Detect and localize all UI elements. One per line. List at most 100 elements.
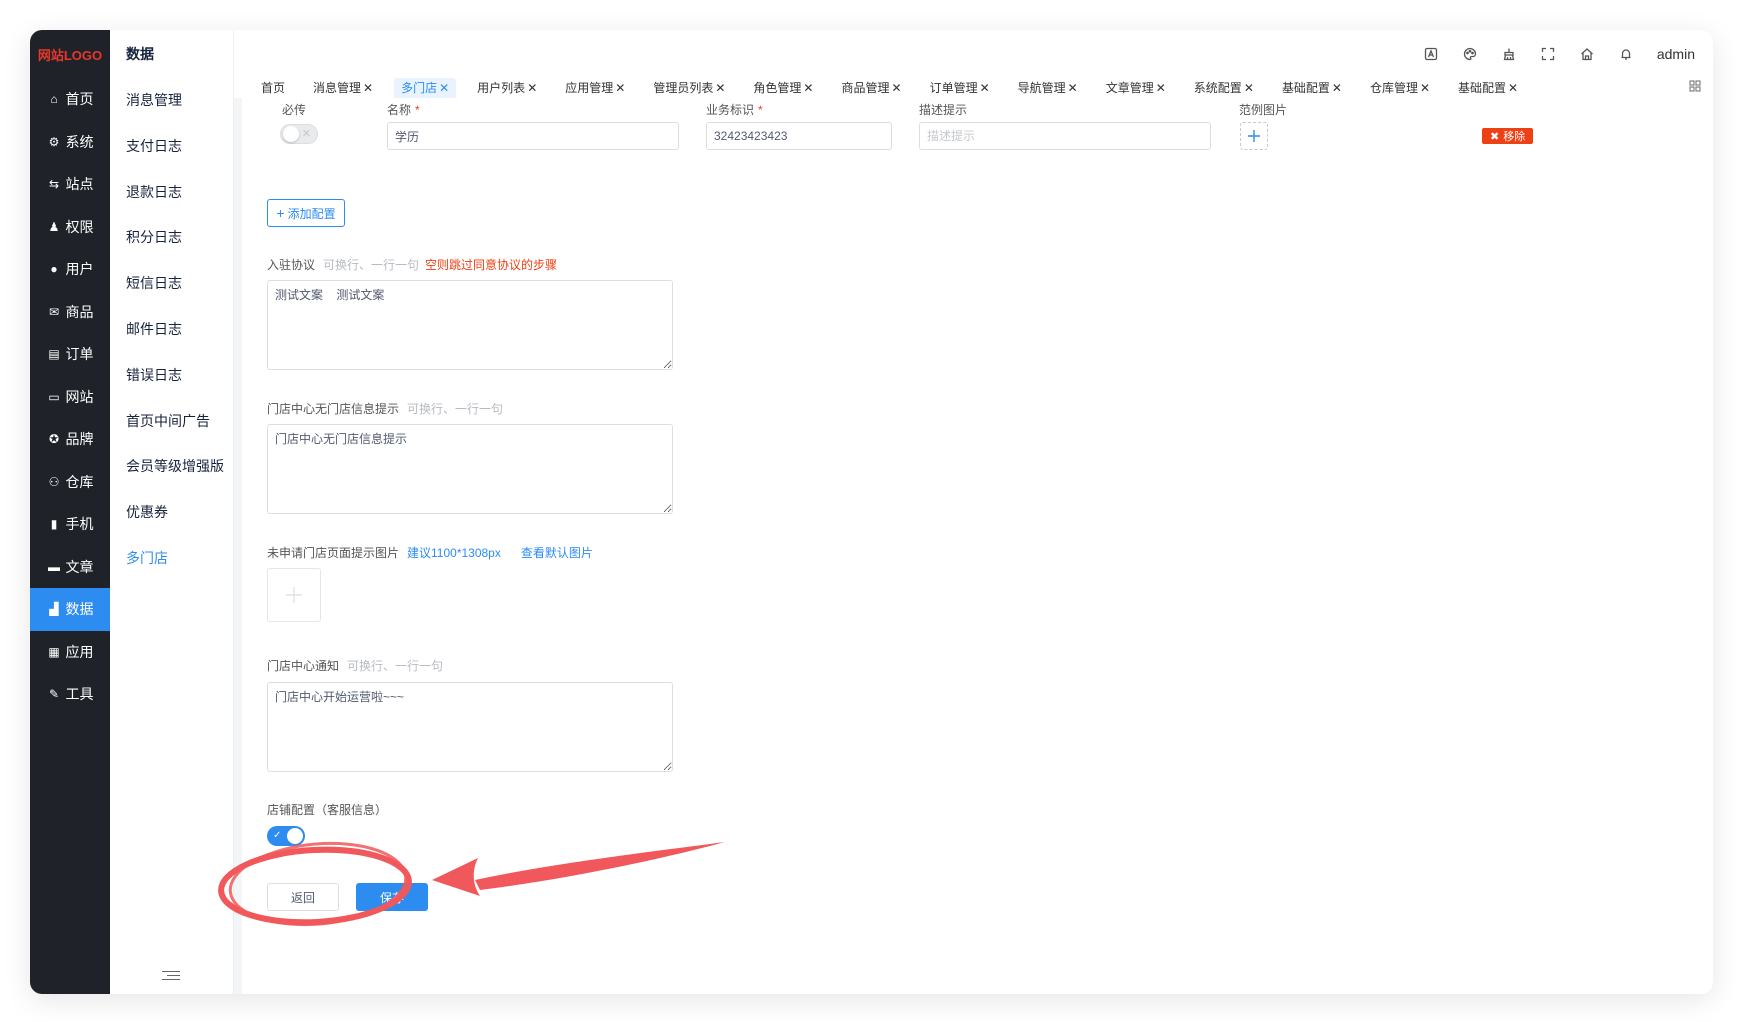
user-lock-icon: ♟	[48, 219, 60, 234]
suggest-size-link[interactable]: 建议1100*1308px	[407, 546, 501, 560]
tab-item[interactable]: 管理员列表 ✕	[646, 78, 732, 98]
tab-item[interactable]: 角色管理 ✕	[746, 78, 820, 98]
tab-label: 消息管理	[313, 81, 362, 95]
tab-item[interactable]: 多门店 ✕	[394, 78, 457, 98]
main-nav-item[interactable]: ▤ 订单	[30, 333, 110, 376]
tab-close-icon[interactable]: ✕	[615, 81, 625, 95]
agreement-textarea[interactable]: 测试文案 测试文案	[267, 280, 673, 370]
sub-nav-item[interactable]: 积分日志	[110, 215, 233, 261]
fullscreen-icon[interactable]	[1540, 46, 1556, 62]
user-icon: ●	[50, 262, 58, 277]
main-nav-item[interactable]: ♟ 权限	[30, 206, 110, 249]
name-input[interactable]	[387, 122, 679, 150]
mail-icon: ✉	[48, 304, 60, 319]
sub-nav-item[interactable]: 优惠券	[110, 490, 233, 536]
main-nav-label: 订单	[65, 346, 94, 363]
translate-icon[interactable]	[1423, 46, 1439, 62]
example-image-upload[interactable]	[1240, 122, 1268, 150]
sub-nav-item[interactable]: 邮件日志	[110, 307, 233, 353]
main-nav-label: 权限	[65, 218, 94, 235]
tab-close-icon[interactable]: ✕	[1244, 81, 1254, 95]
tab-label: 用户列表	[477, 81, 526, 95]
plus-icon	[286, 587, 302, 603]
main-nav-item[interactable]: ⌂ 首页	[30, 78, 110, 121]
sub-nav-item[interactable]: 会员等级增强版	[110, 444, 233, 490]
tab-label: 仓库管理	[1369, 81, 1418, 95]
tab-close-icon[interactable]: ✕	[363, 81, 373, 95]
remove-config-button[interactable]: ✖ 移除	[1482, 128, 1534, 144]
view-default-image-link[interactable]: 查看默认图片	[521, 546, 593, 560]
tab-item[interactable]: 系统配置 ✕	[1187, 78, 1261, 98]
tab-close-icon[interactable]: ✕	[803, 81, 813, 95]
sub-nav-item[interactable]: 消息管理	[110, 78, 233, 124]
unapplied-image-upload[interactable]	[267, 568, 321, 622]
add-config-button[interactable]: + 添加配置	[267, 199, 345, 227]
main-nav-item[interactable]: ✎ 工具	[30, 673, 110, 716]
tab-close-icon[interactable]: ✕	[1508, 81, 1518, 95]
tab-label: 多门店	[401, 81, 438, 95]
sub-nav-item[interactable]: 多门店	[110, 536, 233, 582]
main-nav-item[interactable]: ⚙ 系统	[30, 121, 110, 164]
desc-input[interactable]	[919, 122, 1211, 150]
main-nav-label: 用户	[65, 261, 94, 278]
sub-nav-item[interactable]: 错误日志	[110, 353, 233, 399]
tab-item[interactable]: 导航管理 ✕	[1011, 78, 1085, 98]
tab-label: 订单管理	[929, 81, 978, 95]
sub-nav-item[interactable]: 首页中间广告	[110, 399, 233, 445]
home-icon[interactable]	[1579, 46, 1595, 62]
tab-item[interactable]: 仓库管理 ✕	[1363, 78, 1437, 98]
tab-item[interactable]: 订单管理 ✕	[923, 78, 997, 98]
tab-item[interactable]: 文章管理 ✕	[1099, 78, 1173, 98]
tabs-menu-icon[interactable]	[1689, 80, 1701, 92]
main-nav-item[interactable]: ✪ 品牌	[30, 418, 110, 461]
main-nav-item[interactable]: ✉ 商品	[30, 291, 110, 334]
main-nav-label: 数据	[65, 601, 94, 618]
main-nav-label: 手机	[65, 516, 94, 533]
main-nav-item[interactable]: ▭ 网站	[30, 376, 110, 419]
tab-item[interactable]: 用户列表 ✕	[470, 78, 544, 98]
tab-item[interactable]: 应用管理 ✕	[558, 78, 632, 98]
tab-close-icon[interactable]: ✕	[439, 81, 449, 95]
tab-item[interactable]: 商品管理 ✕	[834, 78, 908, 98]
key-input[interactable]	[706, 122, 892, 150]
tab-item[interactable]: 基础配置 ✕	[1275, 78, 1349, 98]
main-nav-item[interactable]: ⇆ 站点	[30, 163, 110, 206]
tab-item[interactable]: 首页	[254, 78, 292, 98]
grid-icon: ▦	[48, 644, 60, 659]
tab-close-icon[interactable]: ✕	[1420, 81, 1430, 95]
save-button[interactable]: 保存	[356, 883, 428, 911]
main-nav-item[interactable]: ▮ 手机	[30, 503, 110, 546]
shop-config-switch[interactable]: ✓	[267, 826, 305, 846]
palette-icon[interactable]	[1462, 46, 1478, 62]
main-nav-item[interactable]: ▟ 数据	[30, 588, 110, 631]
shop-config-label: 店铺配置（客服信息）	[267, 803, 388, 817]
tab-close-icon[interactable]: ✕	[527, 81, 537, 95]
phone-icon: ▮	[50, 517, 58, 532]
tab-close-icon[interactable]: ✕	[892, 81, 902, 95]
store-notice-textarea[interactable]: 门店中心开始运营啦~~~	[267, 682, 673, 772]
tab-close-icon[interactable]: ✕	[715, 81, 725, 95]
bell-icon[interactable]	[1618, 46, 1634, 62]
main-nav-item[interactable]: ▦ 应用	[30, 631, 110, 674]
sub-nav-item[interactable]: 退款日志	[110, 170, 233, 216]
required-switch[interactable]: ✕	[280, 124, 318, 144]
tab-close-icon[interactable]: ✕	[1156, 81, 1166, 95]
main-nav-item[interactable]: ▬ 文章	[30, 546, 110, 589]
collapse-menu-icon[interactable]	[162, 968, 180, 982]
back-button[interactable]: 返回	[267, 883, 339, 911]
store-notice-label: 门店中心通知 可换行、一行一句	[267, 659, 444, 673]
tab-close-icon[interactable]: ✕	[980, 81, 990, 95]
sub-nav-item[interactable]: 支付日志	[110, 124, 233, 170]
no-store-tip-textarea[interactable]: 门店中心无门店信息提示	[267, 424, 673, 514]
user-menu[interactable]: admin	[1657, 46, 1695, 62]
main-nav-item[interactable]: ⚇ 仓库	[30, 461, 110, 504]
tab-close-icon[interactable]: ✕	[1068, 81, 1078, 95]
tab-label: 系统配置	[1193, 81, 1242, 95]
tab-close-icon[interactable]: ✕	[1332, 81, 1342, 95]
cleanup-icon[interactable]	[1501, 46, 1517, 62]
tab-item[interactable]: 消息管理 ✕	[306, 78, 380, 98]
main-nav-item[interactable]: ● 用户	[30, 248, 110, 291]
tab-item[interactable]: 基础配置 ✕	[1451, 78, 1525, 98]
award-icon: ✪	[48, 432, 60, 447]
sub-nav-item[interactable]: 短信日志	[110, 261, 233, 307]
